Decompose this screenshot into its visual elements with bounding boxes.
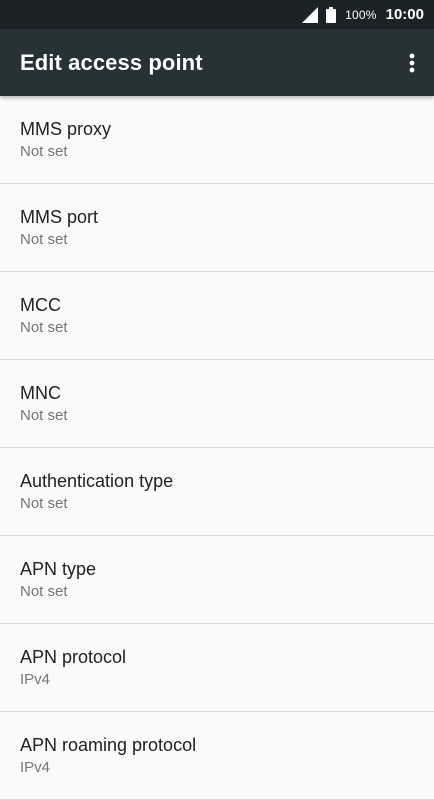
app-bar: Edit access point <box>0 29 434 96</box>
setting-title: Authentication type <box>20 471 174 491</box>
setting-summary: Not set <box>20 143 68 160</box>
battery-icon <box>326 6 337 23</box>
setting-title: MMS port <box>20 207 99 227</box>
status-bar: 100% 10:00 <box>0 0 434 29</box>
setting-mcc[interactable]: MCC Not set <box>0 272 434 360</box>
setting-mms-proxy[interactable]: MMS proxy Not set <box>0 96 434 184</box>
setting-title: MCC <box>20 295 61 315</box>
signal-icon <box>302 6 319 23</box>
setting-summary: IPv4 <box>20 759 51 776</box>
setting-summary: Not set <box>20 231 68 248</box>
setting-apn-protocol[interactable]: APN protocol IPv4 <box>0 624 434 712</box>
setting-summary: Not set <box>20 319 68 336</box>
settings-list: MMS proxy Not set MMS port Not set MCC N… <box>0 96 434 800</box>
setting-authentication-type[interactable]: Authentication type Not set <box>0 448 434 536</box>
setting-title: APN type <box>20 559 97 579</box>
setting-title: APN roaming protocol <box>20 735 197 755</box>
setting-apn-roaming-protocol[interactable]: APN roaming protocol IPv4 <box>0 712 434 800</box>
setting-summary: Not set <box>20 583 68 600</box>
setting-apn-type[interactable]: APN type Not set <box>0 536 434 624</box>
page-title: Edit access point <box>20 49 203 75</box>
clock: 10:00 <box>385 6 424 23</box>
setting-title: MNC <box>20 383 61 403</box>
setting-summary: Not set <box>20 407 68 424</box>
setting-summary: Not set <box>20 495 68 512</box>
setting-mnc[interactable]: MNC Not set <box>0 360 434 448</box>
setting-summary: IPv4 <box>20 671 51 688</box>
setting-title: APN protocol <box>20 647 127 667</box>
battery-percentage: 100% <box>345 7 377 22</box>
more-vert-icon <box>409 53 415 72</box>
more-options-button[interactable] <box>407 51 417 75</box>
setting-mms-port[interactable]: MMS port Not set <box>0 184 434 272</box>
setting-title: MMS proxy <box>20 119 112 139</box>
